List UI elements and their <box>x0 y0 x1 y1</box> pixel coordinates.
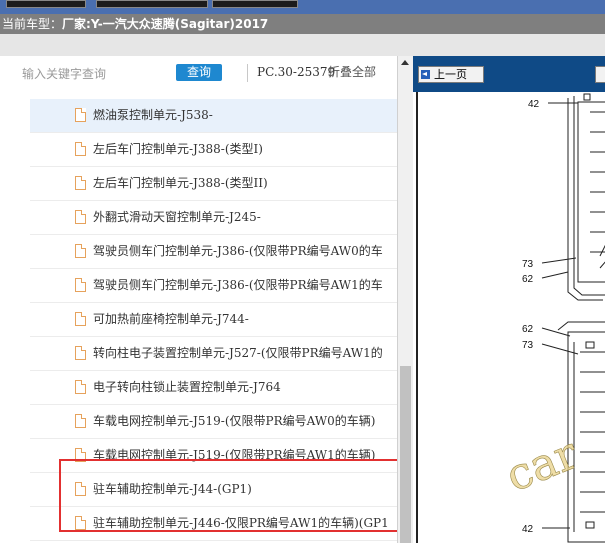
document-icon <box>75 380 86 394</box>
tree-item-label: 驾驶员侧车门控制单元-J386-(仅限带PR编号AW0的车 <box>93 244 383 258</box>
callout-label: 73 <box>522 340 534 351</box>
search-row: 查询 PC.30-25379 折叠全部 <box>0 56 397 88</box>
tree-item-label: 外翻式滑动天窗控制单元-J245- <box>93 210 261 224</box>
document-icon <box>75 108 86 122</box>
callout-label: 42 <box>528 99 540 110</box>
prev-page-button[interactable]: 上一页 <box>418 66 484 83</box>
top-toolbar-button[interactable] <box>6 0 86 8</box>
collapse-all-button[interactable]: 折叠全部 <box>328 64 376 80</box>
document-icon <box>75 448 86 462</box>
callout-label: 62 <box>522 324 534 335</box>
tree-item-label: 电子转向柱锁止装置控制单元-J764 <box>93 380 281 394</box>
tree-item-label: 驻车辅助控制单元-J446-仅限PR编号AW1的车辆)(GP1 <box>93 516 389 530</box>
tree-item[interactable]: 驾驶员侧车门控制单元-J386-(仅限带PR编号AW0的车 <box>30 235 397 269</box>
top-strip <box>0 0 605 14</box>
divider <box>247 64 248 82</box>
tree-item-label: 车载电网控制单元-J519-(仅限带PR编号AW1的车辆) <box>93 448 376 462</box>
document-icon <box>75 482 86 496</box>
tree-item[interactable]: 外翻式滑动天窗控制单元-J245- <box>30 201 397 235</box>
callout-label: 42 <box>522 524 534 535</box>
document-icon <box>75 176 86 190</box>
scroll-up-icon[interactable] <box>401 60 409 65</box>
current-vehicle-label: 当前车型： <box>2 17 63 31</box>
document-viewer: 上一页 42 73 62 62 73 42 car <box>413 56 605 543</box>
scroll-thumb[interactable] <box>400 366 411 543</box>
tree-item[interactable]: 左后车门控制单元-J388-(类型I) <box>30 133 397 167</box>
diagram-drawing: 42 73 62 62 73 42 car <box>499 93 605 543</box>
callout-label: 73 <box>522 259 534 270</box>
document-icon <box>75 244 86 258</box>
tree-item[interactable]: 驻车辅助控制单元-J44-(GP1) <box>30 473 397 507</box>
viewer-toolbar-button[interactable] <box>595 66 605 83</box>
tree-item[interactable]: 驾驶员侧车门控制单元-J386-(仅限带PR编号AW1的车 <box>30 269 397 303</box>
prev-page-label: 上一页 <box>434 68 467 81</box>
tree-item[interactable]: 车载电网控制单元-J519-(仅限带PR编号AW0的车辆) <box>30 405 397 439</box>
tree-item-label: 驻车辅助控制单元-J44-(GP1) <box>93 482 252 496</box>
tree-item-label: 左后车门控制单元-J388-(类型II) <box>93 176 268 190</box>
tree-item[interactable]: 电子转向柱锁止装置控制单元-J764 <box>30 371 397 405</box>
tree-item[interactable]: 左后车门控制单元-J388-(类型II) <box>30 167 397 201</box>
tree-item[interactable]: 转向柱电子装置控制单元-J527-(仅限带PR编号AW1的 <box>30 337 397 371</box>
tree-scrollbar[interactable] <box>397 56 413 543</box>
tree-item[interactable]: 可加热前座椅控制单元-J744- <box>30 303 397 337</box>
top-toolbar-button[interactable] <box>212 0 298 8</box>
tree-item[interactable]: 车载电网控制单元-J519-(仅限带PR编号AW1的车辆) <box>30 439 397 473</box>
document-icon <box>75 312 86 326</box>
watermark-text: car <box>499 428 586 503</box>
tree-item[interactable]: 燃油泵控制单元-J538- <box>30 99 397 133</box>
document-icon <box>75 142 86 156</box>
search-input[interactable] <box>20 64 174 84</box>
current-vehicle-bar: 当前车型：厂家:Y-一汽大众速腾(Sagitar)2017 <box>0 14 605 34</box>
document-icon <box>75 210 86 224</box>
document-icon <box>75 278 86 292</box>
callout-label: 62 <box>522 274 534 285</box>
arrow-left-icon <box>421 70 430 79</box>
tree-item-label: 可加热前座椅控制单元-J744- <box>93 312 249 326</box>
tree-item-label: 驾驶员侧车门控制单元-J386-(仅限带PR编号AW1的车 <box>93 278 383 292</box>
document-icon <box>75 516 86 530</box>
tree-item-label: 转向柱电子装置控制单元-J527-(仅限带PR编号AW1的 <box>93 346 383 360</box>
tree-item-label: 车载电网控制单元-J519-(仅限带PR编号AW0的车辆) <box>93 414 376 428</box>
tree-item[interactable]: 驻车辅助控制单元-J446-仅限PR编号AW1的车辆)(GP1 <box>30 507 397 541</box>
viewer-toolbar: 上一页 <box>413 56 605 92</box>
tree-list: 燃油泵控制单元-J538- 左后车门控制单元-J388-(类型I) 左后车门控制… <box>30 99 397 541</box>
document-icon <box>75 346 86 360</box>
tree-item-label: 燃油泵控制单元-J538- <box>93 108 213 122</box>
header-gap <box>0 34 605 56</box>
top-toolbar-button[interactable] <box>96 0 208 8</box>
wiring-diagram: 42 73 62 62 73 42 car <box>416 92 605 543</box>
tree-panel: 查询 PC.30-25379 折叠全部 燃油泵控制单元-J538- 左后车门控制… <box>0 56 397 543</box>
query-button[interactable]: 查询 <box>176 64 222 81</box>
current-vehicle-value: 厂家:Y-一汽大众速腾(Sagitar)2017 <box>62 17 269 31</box>
pc-code: PC.30-25379 <box>257 65 336 79</box>
document-icon <box>75 414 86 428</box>
tree-item-label: 左后车门控制单元-J388-(类型I) <box>93 142 263 156</box>
